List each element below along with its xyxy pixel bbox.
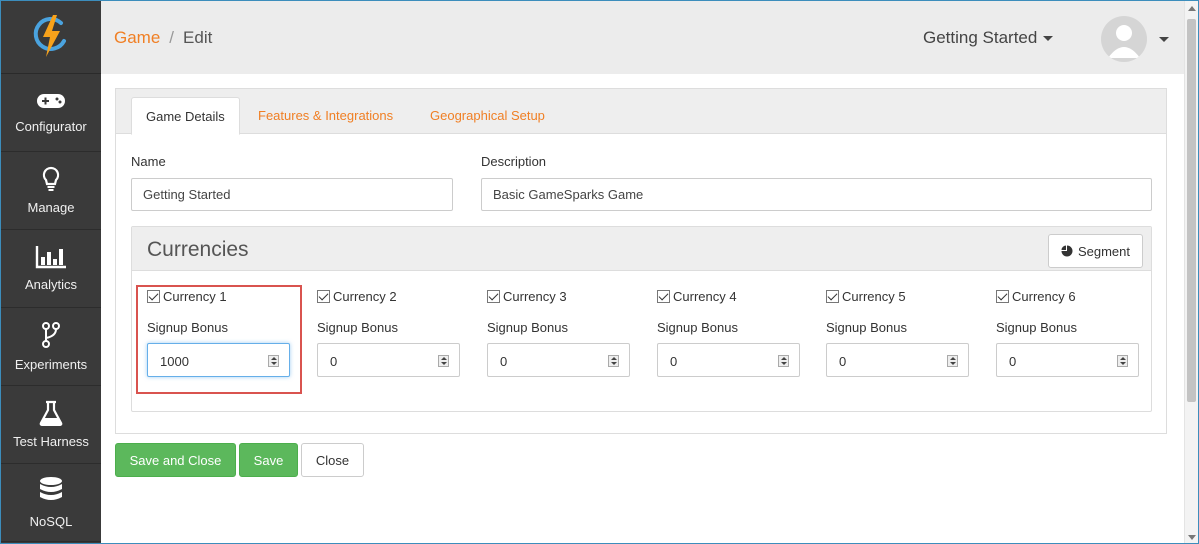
signup-bonus-label: Signup Bonus — [826, 320, 907, 335]
sidebar-item-label: Manage — [27, 200, 75, 215]
signup-bonus-value: 1000 — [160, 354, 189, 369]
currency-3-signup-bonus-input[interactable]: 0 — [487, 343, 630, 377]
currency-5-signup-bonus-input[interactable]: 0 — [826, 343, 969, 377]
sidebar-item-experiments[interactable]: Experiments — [1, 308, 101, 386]
spinner-icon[interactable] — [778, 355, 789, 367]
tab-features-integrations[interactable]: Features & Integrations — [244, 97, 407, 135]
segment-button-label: Segment — [1077, 243, 1130, 259]
caret-down-icon — [1043, 36, 1054, 42]
pie-chart-icon — [1061, 245, 1073, 257]
game-edit-panel: Game Details Features & Integrations Geo… — [115, 88, 1167, 434]
currency-label: Currency 2 — [333, 289, 397, 304]
currency-label: Currency 1 — [163, 289, 227, 304]
vertical-scrollbar[interactable] — [1184, 1, 1198, 543]
currency-1-checkbox[interactable] — [147, 290, 160, 303]
app-window: Configurator Manage Analytics Experiment… — [0, 0, 1199, 544]
tab-geographical-setup[interactable]: Geographical Setup — [416, 97, 559, 135]
close-button[interactable]: Close — [301, 443, 364, 477]
save-button[interactable]: Save — [239, 443, 298, 477]
breadcrumb: Game / Edit — [114, 28, 212, 48]
sidebar-item-label: NoSQL — [29, 514, 73, 529]
currency-4-checkbox[interactable] — [657, 290, 670, 303]
currency-6-signup-bonus-input[interactable]: 0 — [996, 343, 1139, 377]
currency-label: Currency 6 — [1012, 289, 1076, 304]
signup-bonus-value: 0 — [670, 354, 678, 369]
app-logo[interactable] — [1, 1, 101, 74]
signup-bonus-label: Signup Bonus — [657, 320, 738, 335]
currency-2-checkbox[interactable] — [317, 290, 330, 303]
spinner-icon[interactable] — [947, 355, 958, 367]
currencies-title: Currencies — [147, 238, 249, 261]
gamesparks-logo-icon — [33, 15, 66, 57]
currency-4-signup-bonus-input[interactable]: 0 — [657, 343, 800, 377]
spinner-icon[interactable] — [268, 355, 279, 367]
sidebar-item-configurator[interactable]: Configurator — [1, 74, 101, 152]
currency-label: Currency 4 — [673, 289, 737, 304]
breadcrumb-game-link[interactable]: Game — [114, 28, 160, 47]
currency-5-column: Currency 5 Signup Bonus 0 — [826, 289, 976, 377]
flask-icon — [39, 400, 63, 426]
top-header: Game / Edit Getting Started — [101, 1, 1184, 74]
sidebar-item-analytics[interactable]: Analytics — [1, 230, 101, 308]
scrollbar-thumb[interactable] — [1187, 19, 1196, 402]
game-selector-label: Getting Started — [923, 28, 1038, 47]
currency-6-column: Currency 6 Signup Bonus 0 — [996, 289, 1146, 377]
gamepad-icon — [37, 94, 65, 108]
sidebar-item-manage[interactable]: Manage — [1, 152, 101, 230]
segment-button[interactable]: Segment — [1047, 234, 1143, 268]
tab-bar: Game Details Features & Integrations Geo… — [116, 89, 1166, 135]
currency-1-column: Currency 1 Signup Bonus 1000 — [147, 289, 297, 377]
name-label: Name — [131, 154, 166, 169]
currency-3-column: Currency 3 Signup Bonus 0 — [487, 289, 637, 377]
currencies-header: Currencies Segment — [132, 227, 1151, 271]
sidebar-item-test-harness[interactable]: Test Harness — [1, 386, 101, 464]
signup-bonus-value: 0 — [500, 354, 508, 369]
breadcrumb-separator: / — [169, 28, 175, 47]
signup-bonus-value: 0 — [839, 354, 847, 369]
scroll-up-icon[interactable] — [1188, 6, 1196, 11]
bar-chart-icon — [35, 246, 66, 269]
avatar-caret-down-icon[interactable] — [1159, 37, 1169, 42]
sidebar-item-label: Experiments — [14, 357, 88, 372]
description-field[interactable] — [481, 178, 1152, 211]
lightbulb-icon — [42, 166, 60, 191]
sidebar-item-label: Test Harness — [13, 434, 89, 449]
signup-bonus-label: Signup Bonus — [487, 320, 568, 335]
sidebar-item-nosql[interactable]: NoSQL — [1, 464, 101, 542]
currency-6-checkbox[interactable] — [996, 290, 1009, 303]
database-icon — [40, 477, 62, 500]
user-avatar-icon — [1108, 25, 1140, 58]
currency-5-checkbox[interactable] — [826, 290, 839, 303]
currency-label: Currency 5 — [842, 289, 906, 304]
signup-bonus-label: Signup Bonus — [996, 320, 1077, 335]
currency-2-signup-bonus-input[interactable]: 0 — [317, 343, 460, 377]
signup-bonus-label: Signup Bonus — [147, 320, 228, 335]
currency-label: Currency 3 — [503, 289, 567, 304]
signup-bonus-value: 0 — [1009, 354, 1017, 369]
spinner-icon[interactable] — [608, 355, 619, 367]
breadcrumb-current: Edit — [183, 28, 213, 47]
name-field[interactable] — [131, 178, 453, 211]
currencies-section: Currencies Segment Currency 1 Signup Bon… — [131, 226, 1152, 412]
signup-bonus-label: Signup Bonus — [317, 320, 398, 335]
currency-3-checkbox[interactable] — [487, 290, 500, 303]
tab-game-details[interactable]: Game Details — [131, 97, 240, 135]
signup-bonus-value: 0 — [330, 354, 338, 369]
scroll-down-icon[interactable] — [1188, 535, 1196, 540]
currency-1-signup-bonus-input[interactable]: 1000 — [147, 343, 290, 377]
currency-4-column: Currency 4 Signup Bonus 0 — [657, 289, 807, 377]
branch-icon — [42, 322, 60, 348]
sidebar-item-label: Analytics — [24, 277, 78, 292]
sidebar: Configurator Manage Analytics Experiment… — [1, 1, 101, 543]
save-and-close-button[interactable]: Save and Close — [115, 443, 236, 477]
spinner-icon[interactable] — [1117, 355, 1128, 367]
description-label: Description — [481, 154, 547, 169]
sidebar-item-label: Configurator — [15, 119, 87, 134]
spinner-icon[interactable] — [438, 355, 449, 367]
game-selector-dropdown[interactable]: Getting Started — [923, 28, 1054, 48]
avatar[interactable] — [1101, 16, 1147, 62]
currency-2-column: Currency 2 Signup Bonus 0 — [317, 289, 467, 377]
